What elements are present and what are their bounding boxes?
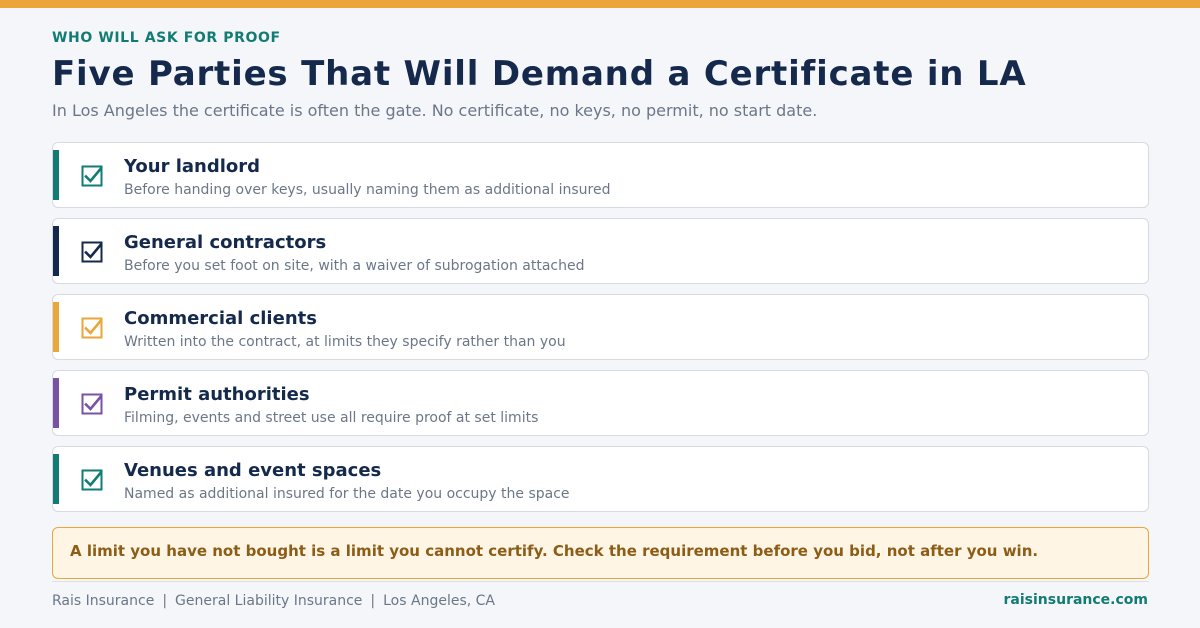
party-label: Your landlord: [124, 156, 261, 177]
party-description: Named as additional insured for the date…: [124, 486, 570, 502]
card-accent-stripe: [53, 378, 59, 428]
footer-location: Los Angeles, CA: [383, 593, 495, 609]
party-description: Before you set foot on site, with a waiv…: [124, 258, 585, 274]
party-description: Before handing over keys, usually naming…: [124, 182, 611, 198]
card-accent-stripe: [53, 150, 59, 200]
callout-text: A limit you have not bought is a limit y…: [70, 542, 1039, 560]
footer-separator: |: [370, 593, 376, 609]
card-accent-stripe: [53, 302, 59, 352]
footer-product: General Liability Insurance: [175, 593, 363, 609]
eyebrow-label: WHO WILL ASK FOR PROOF: [52, 30, 281, 46]
page-subtitle: In Los Angeles the certificate is often …: [52, 101, 818, 120]
party-description: Written into the contract, at limits the…: [124, 334, 566, 350]
page-title: Five Parties That Will Demand a Certific…: [52, 54, 1027, 94]
party-card-general-contractors: General contractors Before you set foot …: [52, 218, 1149, 284]
footer-info: Rais Insurance | General Liability Insuran…: [52, 593, 495, 609]
party-label: Venues and event spaces: [124, 460, 382, 481]
party-card-venues: Venues and event spaces Named as additio…: [52, 446, 1149, 512]
card-accent-stripe: [53, 226, 59, 276]
party-description: Filming, events and street use all requi…: [124, 410, 539, 426]
top-accent-bar: [0, 0, 1200, 8]
party-label: Commercial clients: [124, 308, 317, 329]
footer-company: Rais Insurance: [52, 593, 155, 609]
checkbox-checked-icon: [81, 393, 103, 415]
warning-callout: A limit you have not bought is a limit y…: [52, 527, 1149, 579]
checkbox-checked-icon: [81, 165, 103, 187]
parties-list: Your landlord Before handing over keys, …: [52, 142, 1149, 522]
party-label: Permit authorities: [124, 384, 310, 405]
checkbox-checked-icon: [81, 469, 103, 491]
party-card-commercial-clients: Commercial clients Written into the cont…: [52, 294, 1149, 360]
footer-website-link[interactable]: raisinsurance.com: [1004, 592, 1148, 608]
footer-separator: |: [162, 593, 168, 609]
party-label: General contractors: [124, 232, 327, 253]
party-card-landlord: Your landlord Before handing over keys, …: [52, 142, 1149, 208]
card-accent-stripe: [53, 454, 59, 504]
checkbox-checked-icon: [81, 317, 103, 339]
party-card-permit-authorities: Permit authorities Filming, events and s…: [52, 370, 1149, 436]
footer-divider: [52, 581, 1149, 582]
checkbox-checked-icon: [81, 241, 103, 263]
